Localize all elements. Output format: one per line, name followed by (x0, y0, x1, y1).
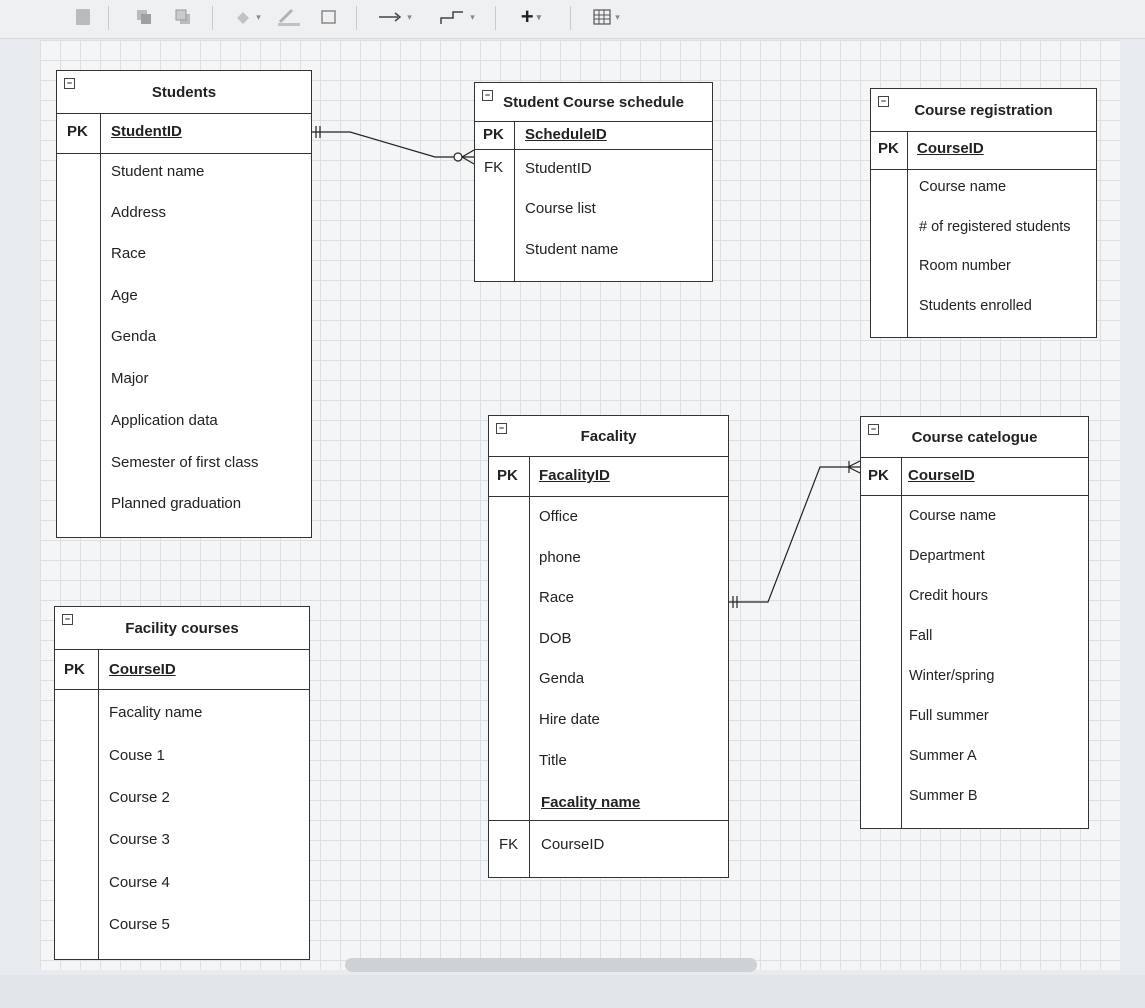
field[interactable]: Address (111, 204, 166, 221)
entity-facality[interactable]: − Facality PK FacalityID Office phone Ra… (488, 415, 729, 878)
pk-field: CourseID (908, 467, 975, 484)
column-divider (100, 113, 102, 537)
entity-header[interactable]: − Student Course schedule (475, 83, 712, 122)
field[interactable]: Course 5 (109, 916, 170, 933)
field[interactable]: Race (111, 245, 146, 262)
field[interactable]: Credit hours (909, 588, 988, 604)
entity-facility-courses[interactable]: − Facility courses PK CourseID Facality … (54, 606, 310, 960)
field[interactable]: Course name (909, 508, 996, 524)
column-divider (514, 121, 516, 281)
field[interactable]: Course 3 (109, 831, 170, 848)
fk-field: CourseID (541, 836, 605, 853)
entity-title: Students (151, 83, 217, 101)
pk-row[interactable]: PK CourseID (55, 649, 309, 690)
field[interactable]: Course list (525, 200, 596, 217)
entity-title: Course catelogue (911, 428, 1038, 446)
pk-field: CourseID (109, 661, 176, 678)
field[interactable]: Course 4 (109, 874, 170, 891)
field[interactable]: Summer B (909, 788, 978, 804)
field[interactable]: phone (539, 549, 581, 566)
field[interactable]: Room number (919, 258, 1011, 274)
pk-row[interactable]: PK ScheduleID (475, 121, 712, 150)
zero-optional-marker (453, 152, 463, 162)
field[interactable]: Age (111, 287, 138, 304)
field[interactable]: Students enrolled (919, 298, 1032, 314)
field[interactable]: DOB (539, 630, 572, 647)
pk-field: FacalityID (539, 467, 610, 484)
field[interactable]: Semester of first class (111, 454, 259, 471)
field[interactable]: Winter/spring (909, 668, 994, 684)
entity-course-catelogue[interactable]: − Course catelogue PK CourseID Course na… (860, 416, 1089, 829)
entity-header[interactable]: − Course registration (871, 89, 1096, 132)
field[interactable]: Summer A (909, 748, 977, 764)
field[interactable]: Major (111, 370, 149, 387)
collapse-icon[interactable]: − (62, 614, 73, 625)
field[interactable]: Student name (111, 163, 204, 180)
entity-title: Student Course schedule (503, 93, 684, 111)
entity-header[interactable]: − Course catelogue (861, 417, 1088, 458)
collapse-icon[interactable]: − (868, 424, 879, 435)
pk-label: PK (497, 467, 518, 484)
field[interactable]: Race (539, 589, 574, 606)
field[interactable]: Application data (111, 412, 218, 429)
column-divider (529, 456, 531, 877)
students-schedule-connector (312, 131, 474, 158)
facality-catalogue-connector (728, 466, 860, 603)
field[interactable]: Hire date (539, 711, 600, 728)
entity-title: Facality (580, 427, 637, 445)
pk-label: PK (878, 140, 899, 157)
field[interactable]: StudentID (525, 160, 592, 177)
entity-students[interactable]: − Students PK StudentID Student name Add… (56, 70, 312, 538)
pk-field: CourseID (917, 140, 984, 157)
pk-row[interactable]: PK CourseID (871, 131, 1096, 170)
collapse-icon[interactable]: − (64, 78, 75, 89)
field[interactable]: Couse 1 (109, 747, 165, 764)
entity-header[interactable]: − Facility courses (55, 607, 309, 650)
column-divider (907, 131, 909, 337)
column-divider (98, 649, 100, 959)
field[interactable]: Facality name (109, 704, 202, 721)
pk-label: PK (483, 126, 504, 143)
column-divider (901, 457, 903, 828)
field[interactable]: Course 2 (109, 789, 170, 806)
entity-title: Course registration (914, 101, 1053, 119)
fk-label: FK (484, 159, 504, 176)
fk-label: FK (499, 836, 519, 853)
fk-row[interactable]: FK CourseID (489, 820, 728, 879)
entity-header[interactable]: − Students (57, 71, 311, 114)
pk-field: StudentID (111, 123, 182, 140)
field[interactable]: Title (539, 752, 567, 769)
field[interactable]: Fall (909, 628, 932, 644)
collapse-icon[interactable]: − (496, 423, 507, 434)
field[interactable]: # of registered students (919, 219, 1071, 235)
pk-row[interactable]: PK StudentID (57, 113, 311, 154)
underlined-field[interactable]: Facality name (541, 794, 640, 811)
field[interactable]: Department (909, 548, 985, 564)
pk-row[interactable]: PK CourseID (861, 457, 1088, 496)
field[interactable]: Genda (111, 328, 156, 345)
collapse-icon[interactable]: − (482, 90, 493, 101)
field[interactable]: Genda (539, 670, 584, 687)
pk-label: PK (64, 661, 85, 678)
pk-label: PK (67, 123, 88, 140)
entity-course-registration[interactable]: − Course registration PK CourseID Course… (870, 88, 1097, 338)
entity-header[interactable]: − Facality (489, 416, 728, 457)
field[interactable]: Full summer (909, 708, 989, 724)
field[interactable]: Planned graduation (111, 495, 241, 512)
collapse-icon[interactable]: − (878, 96, 889, 107)
field[interactable]: Student name (525, 241, 618, 258)
field[interactable]: Office (539, 508, 578, 525)
pk-row[interactable]: PK FacalityID (489, 456, 728, 497)
field[interactable]: Course name (919, 179, 1006, 195)
pk-field: ScheduleID (525, 126, 607, 143)
entity-student-course-schedule[interactable]: − Student Course schedule PK ScheduleID … (474, 82, 713, 282)
pk-label: PK (868, 467, 889, 484)
entity-title: Facility courses (125, 619, 239, 637)
